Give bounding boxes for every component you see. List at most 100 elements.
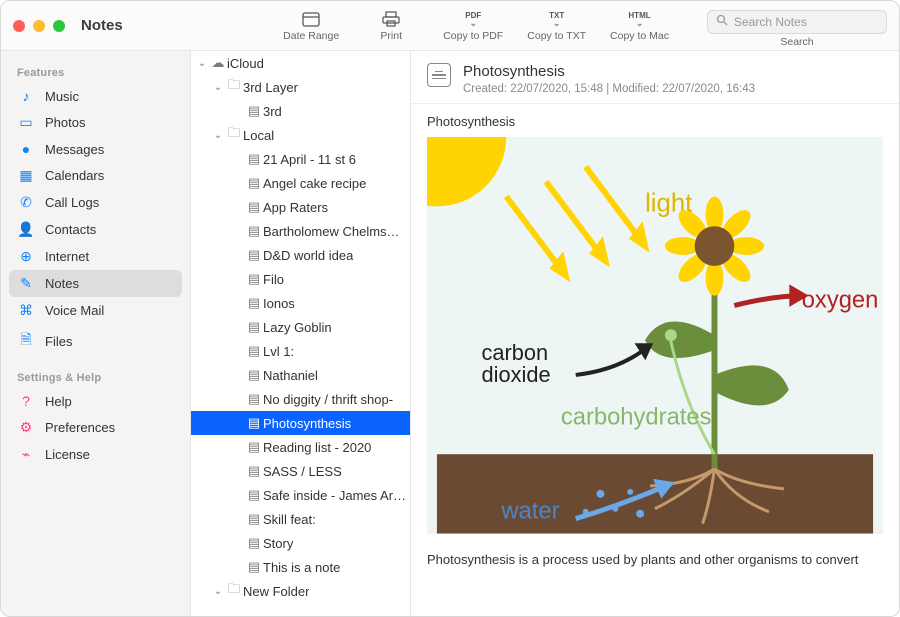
tree-note-item[interactable]: ▤Filo bbox=[191, 267, 410, 291]
sidebar-item-music[interactable]: ♪Music bbox=[9, 83, 182, 109]
tree-note-item[interactable]: ▤Photosynthesis bbox=[191, 411, 410, 435]
note-icon: ▤ bbox=[245, 367, 263, 383]
tree-note-item[interactable]: ▤Safe inside - James Ar… bbox=[191, 483, 410, 507]
sidebar-item-label: Music bbox=[45, 89, 79, 104]
sidebar-item-label: Contacts bbox=[45, 222, 96, 237]
notes-tree[interactable]: ⌄☁iCloud⌄🗀3rd Layer▤3rd⌄🗀Local▤21 April … bbox=[191, 51, 411, 616]
tree-note-item[interactable]: ▤D&D world idea bbox=[191, 243, 410, 267]
note-meta: Created: 22/07/2020, 15:48 | Modified: 2… bbox=[463, 83, 755, 95]
zoom-window-button[interactable] bbox=[53, 20, 65, 32]
note-body: Photosynthesis bbox=[411, 104, 899, 589]
sidebar-item-internet[interactable]: ⊕Internet bbox=[9, 243, 182, 270]
note-icon: ▤ bbox=[245, 391, 263, 407]
note-icon: ▤ bbox=[245, 319, 263, 335]
sidebar-item-messages[interactable]: ●Messages bbox=[9, 136, 182, 162]
note-icon: ▤ bbox=[245, 343, 263, 359]
tree-folder-item[interactable]: ⌄☁iCloud bbox=[191, 51, 410, 75]
note-header: Photosynthesis Created: 22/07/2020, 15:4… bbox=[411, 51, 899, 104]
tree-note-item[interactable]: ▤Lvl 1: bbox=[191, 339, 410, 363]
tree-note-item[interactable]: ▤Nathaniel bbox=[191, 363, 410, 387]
tree-folder-item[interactable]: ⌄🗀New Folder bbox=[191, 579, 410, 603]
tree-item-label: Reading list - 2020 bbox=[263, 440, 371, 455]
photos-icon: ▭ bbox=[17, 114, 35, 131]
note-content[interactable]: Photosynthesis Created: 22/07/2020, 15:4… bbox=[411, 51, 899, 616]
notes-icon: ✎ bbox=[17, 275, 35, 292]
disclosure-triangle-icon[interactable]: ⌄ bbox=[211, 586, 225, 597]
tree-note-item[interactable]: ▤Ionos bbox=[191, 291, 410, 315]
sidebar-item-contacts[interactable]: 👤 Contacts bbox=[9, 216, 182, 243]
calendars-icon: ▦ bbox=[17, 167, 35, 184]
disclosure-triangle-icon[interactable]: ⌄ bbox=[195, 58, 209, 69]
tree-item-label: D&D world idea bbox=[263, 248, 353, 263]
tree-item-label: Ionos bbox=[263, 296, 295, 311]
tree-item-label: Lvl 1: bbox=[263, 344, 294, 359]
copy-txt-button[interactable]: TXT⌄ Copy to TXT bbox=[527, 10, 586, 42]
sidebar-item-label: Help bbox=[45, 394, 72, 409]
tree-note-item[interactable]: ▤This is a note bbox=[191, 555, 410, 579]
tree-item-label: Angel cake recipe bbox=[263, 176, 366, 191]
sidebar-item-license[interactable]: ⌁ License bbox=[9, 441, 182, 468]
tree-note-item[interactable]: ▤Lazy Goblin bbox=[191, 315, 410, 339]
sidebar-item-voice-mail[interactable]: ⌘Voice Mail bbox=[9, 297, 182, 324]
sidebar-item-photos[interactable]: ▭ Photos bbox=[9, 109, 182, 136]
license-icon: ⌁ bbox=[17, 446, 35, 463]
note-icon: ▤ bbox=[245, 271, 263, 287]
tree-note-item[interactable]: ▤21 April - 11 st 6 bbox=[191, 147, 410, 171]
sidebar-item-label: License bbox=[45, 447, 90, 462]
tree-note-item[interactable]: ▤Bartholomew Chelms… bbox=[191, 219, 410, 243]
disclosure-triangle-icon[interactable]: ⌄ bbox=[211, 82, 225, 93]
tree-note-item[interactable]: ▤Skill feat: bbox=[191, 507, 410, 531]
disclosure-triangle-icon[interactable]: ⌄ bbox=[211, 130, 225, 141]
toolbar: Date Range Print PDF⌄ Copy to PDF TXT⌄ C… bbox=[283, 4, 887, 48]
note-icon: ▤ bbox=[245, 151, 263, 167]
tree-note-item[interactable]: ▤No diggity / thrift shop- bbox=[191, 387, 410, 411]
tree-folder-item[interactable]: ⌄🗀3rd Layer bbox=[191, 75, 410, 99]
note-icon: ▤ bbox=[245, 247, 263, 263]
tree-note-item[interactable]: ▤Story bbox=[191, 531, 410, 555]
diagram-label-oxygen: oxygen bbox=[802, 287, 879, 314]
note-doc-icon bbox=[427, 63, 451, 87]
tree-folder-item[interactable]: ⌄🗀Local bbox=[191, 123, 410, 147]
sidebar-item-label: Photos bbox=[45, 115, 85, 130]
contacts-icon: 👤 bbox=[17, 221, 35, 238]
note-icon: ▤ bbox=[245, 511, 263, 527]
note-icon: ▤ bbox=[245, 415, 263, 431]
sidebar-section-features: Features bbox=[9, 61, 182, 83]
tree-item-label: Story bbox=[263, 536, 293, 551]
window-controls bbox=[13, 20, 65, 32]
tree-note-item[interactable]: ▤App Raters bbox=[191, 195, 410, 219]
sidebar-item-label: Notes bbox=[45, 276, 79, 291]
tree-note-item[interactable]: ▤3rd bbox=[191, 99, 410, 123]
copy-pdf-button[interactable]: PDF⌄ Copy to PDF bbox=[443, 10, 503, 42]
minimize-window-button[interactable] bbox=[33, 20, 45, 32]
note-icon: ▤ bbox=[245, 463, 263, 479]
note-icon: ▤ bbox=[245, 223, 263, 239]
tree-item-label: iCloud bbox=[227, 56, 264, 71]
tree-note-item[interactable]: ▤Angel cake recipe bbox=[191, 171, 410, 195]
folder-icon: 🗀 bbox=[225, 76, 243, 98]
tree-item-label: New Folder bbox=[243, 584, 309, 599]
close-window-button[interactable] bbox=[13, 20, 25, 32]
sidebar-item-call-logs[interactable]: ✆Call Logs bbox=[9, 189, 182, 216]
titlebar: Notes Date Range Print PDF⌄ Copy to PDF … bbox=[1, 1, 899, 51]
search-caption: Search bbox=[780, 36, 813, 48]
print-label: Print bbox=[380, 30, 402, 42]
note-body-text: Photosynthesis is a process used by plan… bbox=[427, 550, 883, 570]
date-range-button[interactable]: Date Range bbox=[283, 10, 339, 42]
search-input[interactable]: Search Notes bbox=[707, 10, 887, 34]
sidebar-item-notes[interactable]: ✎ Notes bbox=[9, 270, 182, 297]
sidebar: Features ♪Music ▭ Photos ●Messages▦Calendar… bbox=[1, 51, 191, 616]
tree-note-item[interactable]: ▤SASS / LESS bbox=[191, 459, 410, 483]
html-icon: HTML⌄ bbox=[628, 10, 650, 28]
print-button[interactable]: Print bbox=[363, 10, 419, 42]
sidebar-item-preferences[interactable]: ⚙Preferences bbox=[9, 414, 182, 441]
sidebar-item-label: Files bbox=[45, 334, 72, 349]
sidebar-item-calendars[interactable]: ▦Calendars bbox=[9, 162, 182, 189]
tree-note-item[interactable]: ▤Reading list - 2020 bbox=[191, 435, 410, 459]
sidebar-item-help[interactable]: ?Help bbox=[9, 388, 182, 414]
sidebar-item-label: Internet bbox=[45, 249, 89, 264]
diagram-label-water: water bbox=[500, 498, 559, 525]
tree-item-label: Filo bbox=[263, 272, 284, 287]
sidebar-item-files[interactable]: 🗎Files bbox=[9, 324, 182, 358]
copy-mac-button[interactable]: HTML⌄ Copy to Mac bbox=[610, 10, 669, 42]
